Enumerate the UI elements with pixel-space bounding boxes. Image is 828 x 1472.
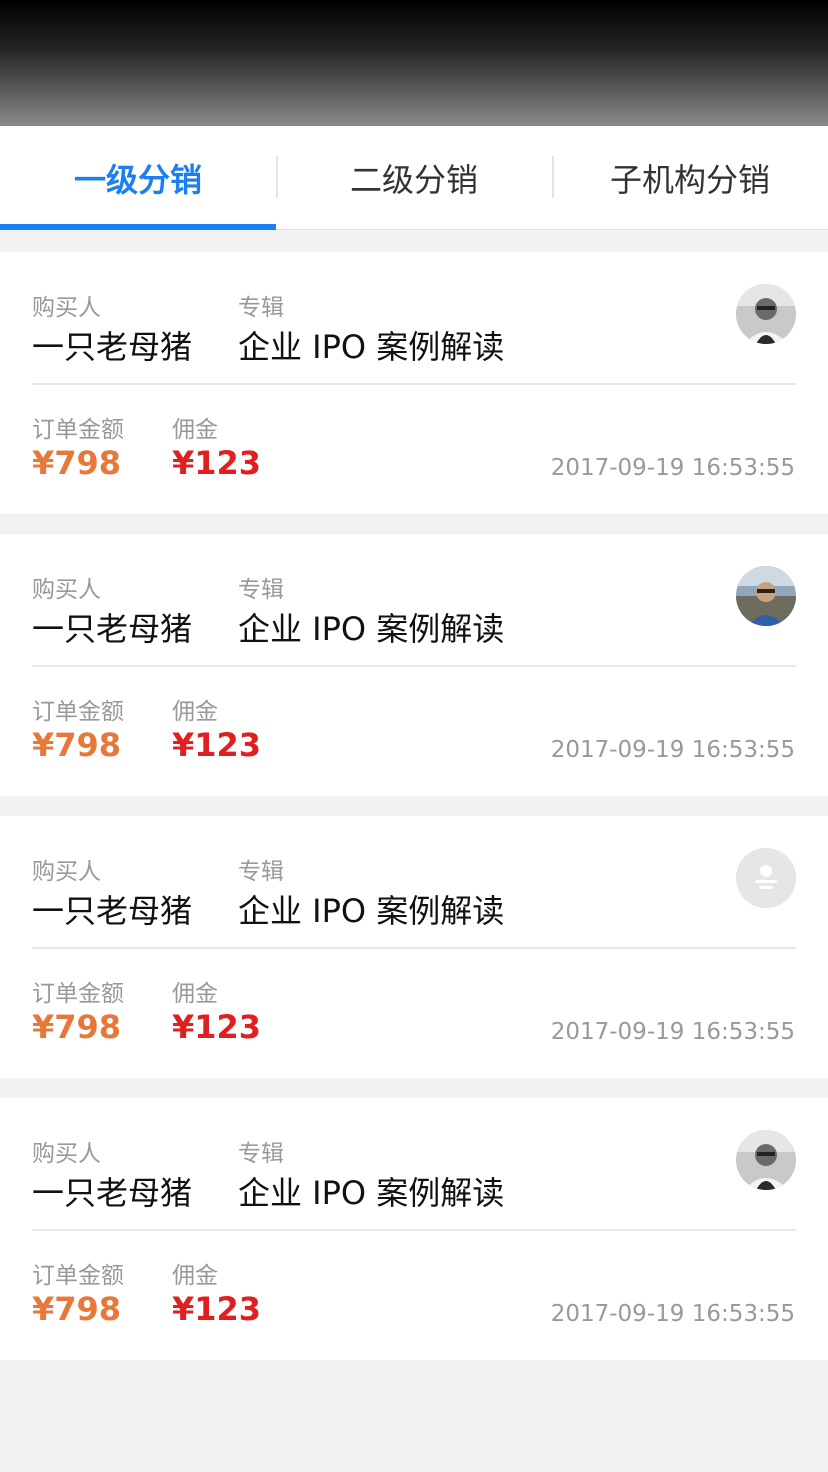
- album-label: 专辑: [238, 859, 284, 885]
- album-label: 专辑: [238, 295, 284, 321]
- order-timestamp: 2017-09-19 16:53:55: [550, 737, 795, 763]
- order-timestamp: 2017-09-19 16:53:55: [550, 1301, 795, 1327]
- tab-label: 二级分销: [349, 161, 478, 199]
- order-amount-label: 订单金额: [32, 699, 124, 725]
- order-amount-label: 订单金额: [32, 417, 124, 443]
- card-divider: [32, 1229, 796, 1231]
- order-amount-label: 订单金额: [32, 981, 124, 1007]
- order-list: 购买人 专辑 一只老母猪 企业 IPO 案例解读 订单金额 佣金 ¥798 ¥1…: [0, 252, 828, 1380]
- buyer-name: 一只老母猪: [32, 328, 193, 366]
- buyer-label: 购买人: [32, 859, 101, 885]
- buyer-name: 一只老母猪: [32, 1174, 193, 1212]
- tab-sub-institution[interactable]: 子机构分销: [552, 126, 828, 230]
- album-label: 专辑: [238, 1141, 284, 1167]
- buyer-avatar[interactable]: [736, 848, 796, 908]
- card-divider: [32, 947, 796, 949]
- buyer-avatar[interactable]: [736, 284, 796, 344]
- photo-avatar-icon: [736, 1130, 796, 1190]
- buyer-label: 购买人: [32, 295, 101, 321]
- card-divider: [32, 665, 796, 667]
- header-bar: [0, 0, 828, 126]
- album-name: 企业 IPO 案例解读: [238, 1174, 505, 1212]
- order-card[interactable]: 购买人 专辑 一只老母猪 企业 IPO 案例解读 订单金额 佣金 ¥798 ¥1…: [0, 816, 828, 1078]
- default-avatar-icon: [736, 848, 796, 908]
- album-name: 企业 IPO 案例解读: [238, 892, 505, 930]
- tab-label: 子机构分销: [609, 161, 770, 199]
- commission-label: 佣金: [172, 699, 218, 725]
- buyer-name: 一只老母猪: [32, 892, 193, 930]
- photo-avatar-icon: [736, 284, 796, 344]
- order-amount-value: ¥798: [32, 1008, 122, 1046]
- album-name: 企业 IPO 案例解读: [238, 328, 505, 366]
- order-timestamp: 2017-09-19 16:53:55: [550, 455, 795, 481]
- order-amount-value: ¥798: [32, 726, 122, 764]
- order-card[interactable]: 购买人 专辑 一只老母猪 企业 IPO 案例解读 订单金额 佣金 ¥798 ¥1…: [0, 252, 828, 514]
- tab-label: 一级分销: [73, 161, 202, 199]
- card-divider: [32, 383, 796, 385]
- order-timestamp: 2017-09-19 16:53:55: [550, 1019, 795, 1045]
- buyer-name: 一只老母猪: [32, 610, 193, 648]
- order-amount-value: ¥798: [32, 1290, 122, 1328]
- tab-level-one[interactable]: 一级分销: [0, 126, 276, 230]
- commission-value: ¥123: [172, 1290, 262, 1328]
- buyer-avatar[interactable]: [736, 566, 796, 626]
- tab-level-two[interactable]: 二级分销: [276, 126, 552, 230]
- album-label: 专辑: [238, 577, 284, 603]
- commission-value: ¥123: [172, 1008, 262, 1046]
- buyer-avatar[interactable]: [736, 1130, 796, 1190]
- order-amount-label: 订单金额: [32, 1263, 124, 1289]
- active-tab-indicator: [0, 224, 276, 230]
- commission-label: 佣金: [172, 1263, 218, 1289]
- order-card[interactable]: 购买人 专辑 一只老母猪 企业 IPO 案例解读 订单金额 佣金 ¥798 ¥1…: [0, 1098, 828, 1360]
- commission-value: ¥123: [172, 444, 262, 482]
- tab-bar: 一级分销 二级分销 子机构分销: [0, 126, 828, 230]
- buyer-label: 购买人: [32, 577, 101, 603]
- commission-label: 佣金: [172, 981, 218, 1007]
- commission-label: 佣金: [172, 417, 218, 443]
- order-card[interactable]: 购买人 专辑 一只老母猪 企业 IPO 案例解读 订单金额 佣金 ¥798 ¥1…: [0, 534, 828, 796]
- order-amount-value: ¥798: [32, 444, 122, 482]
- album-name: 企业 IPO 案例解读: [238, 610, 505, 648]
- commission-value: ¥123: [172, 726, 262, 764]
- photo-avatar-icon: [736, 566, 796, 626]
- buyer-label: 购买人: [32, 1141, 101, 1167]
